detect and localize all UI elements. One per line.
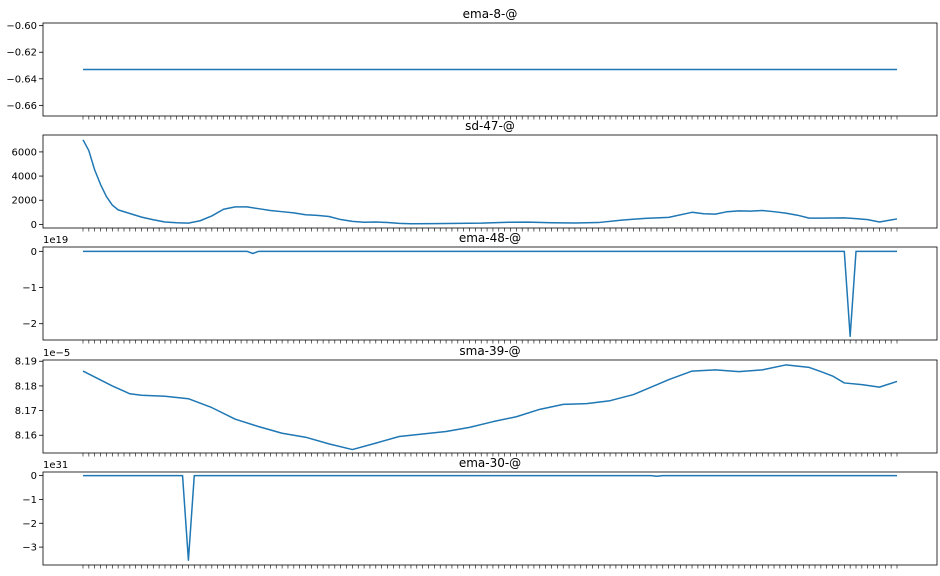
y-tick-label: −0.64: [6, 74, 37, 85]
subplot-5: ema-30-@ 1e31 −3 −2 −1 0: [22, 456, 938, 569]
y-tick-label: −2: [22, 519, 37, 530]
subplot-4: sma-39-@ 1e−5 8.16 8.17 8.18 8.19: [15, 344, 938, 457]
y-tick-label: −1: [22, 283, 37, 294]
series-line: [83, 474, 897, 561]
subplot-3: ema-48-@ 1e19 −2 −1 0: [22, 231, 938, 344]
plot-frame: [42, 471, 938, 566]
y-tick-label: 8.18: [15, 381, 37, 392]
y-tick-label: −2: [22, 319, 37, 330]
axis-offset-label: 1e−5: [43, 348, 70, 359]
y-tick-label: 0: [31, 471, 37, 482]
y-tick-label: 0: [31, 247, 37, 258]
series-line: [82, 139, 898, 225]
y-tick-label: −3: [22, 543, 37, 554]
plot-frame: [42, 246, 938, 341]
y-tick-label: −0.66: [6, 101, 37, 112]
plot-frame: [42, 359, 938, 454]
subplot-title: ema-8-@: [463, 7, 518, 21]
plot-frame: [42, 134, 938, 229]
axis-offset-label: 1e31: [43, 460, 68, 471]
y-tick-label: 8.19: [15, 357, 37, 368]
subplot-1: ema-8-@ −0.66 −0.64 −0.62 −0.60: [6, 7, 938, 120]
y-tick-label: −0.62: [6, 48, 37, 59]
subplot-title: sma-39-@: [459, 344, 520, 358]
subplot-2: sd-47-@ 0 2000 4000 6000: [12, 119, 938, 232]
y-tick-label: 8.16: [15, 431, 37, 442]
y-tick-label: −0.60: [6, 21, 37, 32]
series-line: [82, 364, 898, 451]
axis-offset-label: 1e19: [43, 235, 68, 246]
y-tick-label: 8.17: [15, 406, 37, 417]
subplot-title: ema-30-@: [459, 456, 521, 470]
figure: ema-8-@ −0.66 −0.64 −0.62 −0.60 sd-47-@ 0 2000 4…: [6, 7, 938, 569]
series-line: [83, 250, 897, 338]
y-tick-label: −1: [22, 495, 37, 506]
subplot-title: ema-48-@: [459, 231, 521, 245]
y-tick-label: 0: [31, 220, 37, 231]
y-tick-label: 6000: [12, 147, 37, 158]
subplot-title: sd-47-@: [465, 119, 515, 133]
y-tick-label: 2000: [12, 196, 37, 207]
y-tick-label: 4000: [12, 172, 37, 183]
